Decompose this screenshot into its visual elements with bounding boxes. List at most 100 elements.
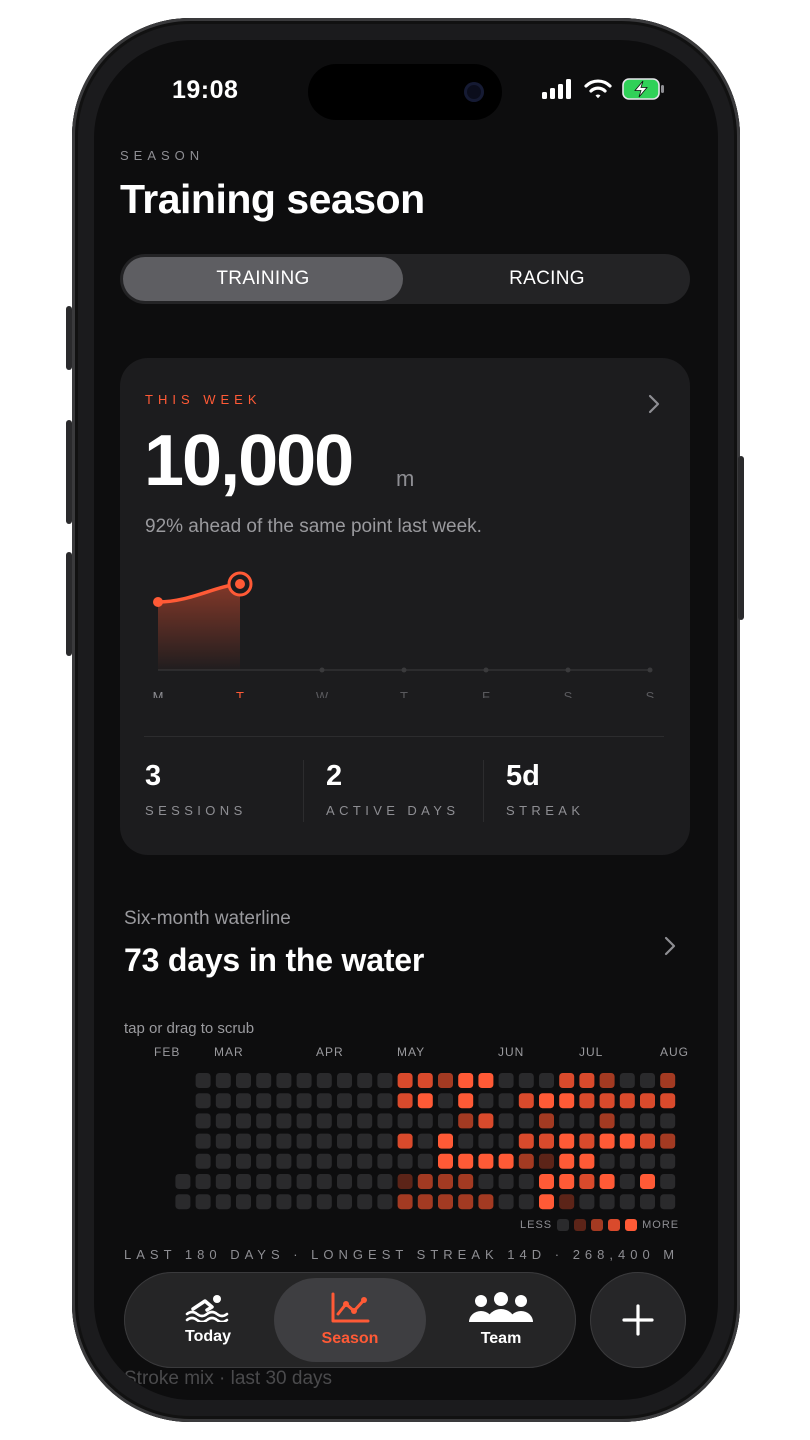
heatmap-cell[interactable] [478,1133,494,1149]
heatmap-cell[interactable] [337,1093,352,1109]
heatmap-cell[interactable] [236,1073,251,1088]
tab-today[interactable]: Today [148,1272,268,1368]
heatmap-cell[interactable] [539,1113,554,1129]
heatmap-cell[interactable] [417,1194,433,1210]
heatmap-cell[interactable] [377,1133,393,1149]
heatmap-cell[interactable] [438,1113,453,1129]
heatmap-cell[interactable] [559,1194,575,1210]
heatmap-cell[interactable] [498,1174,514,1189]
heatmap-cell[interactable] [458,1073,474,1088]
heatmap-cell[interactable] [316,1174,332,1189]
heatmap-cell[interactable] [357,1174,373,1189]
heatmap-cell[interactable] [236,1113,251,1129]
heatmap-cell[interactable] [256,1133,272,1149]
heatmap-cell[interactable] [478,1174,494,1189]
heatmap-cell[interactable] [296,1073,312,1088]
heatmap-cell[interactable] [195,1093,211,1109]
tab-team[interactable]: Team [440,1272,562,1368]
heatmap-cell[interactable] [397,1093,413,1109]
heatmap-cell[interactable] [195,1194,211,1210]
heatmap-cell[interactable] [539,1153,554,1169]
heatmap-cell[interactable] [357,1194,373,1210]
heatmap-cell[interactable] [518,1093,534,1109]
heatmap-cell[interactable] [438,1194,453,1210]
heatmap-cell[interactable] [539,1194,554,1210]
heatmap-cell[interactable] [579,1133,595,1149]
heatmap-cell[interactable] [579,1153,595,1169]
heatmap-cell[interactable] [296,1153,312,1169]
heatmap-cell[interactable] [660,1073,676,1088]
heatmap-cell[interactable] [296,1194,312,1210]
heatmap-cell[interactable] [619,1113,635,1129]
heatmap-cell[interactable] [458,1113,474,1129]
heatmap-cell[interactable] [619,1174,635,1189]
heatmap-cell[interactable] [478,1093,494,1109]
heatmap-cell[interactable] [619,1133,635,1149]
heatmap-cell[interactable] [316,1073,332,1088]
heatmap-cell[interactable] [397,1153,413,1169]
heatmap-cell[interactable] [195,1073,211,1088]
heatmap-cell[interactable] [559,1073,575,1088]
heatmap-cell[interactable] [417,1174,433,1189]
heatmap-cell[interactable] [337,1073,352,1088]
heatmap-cell[interactable] [579,1113,595,1129]
heatmap-cell[interactable] [397,1073,413,1088]
heatmap-cell[interactable] [579,1093,595,1109]
heatmap-cell[interactable] [660,1133,676,1149]
heatmap-cell[interactable] [215,1113,231,1129]
heatmap-cell[interactable] [518,1113,534,1129]
heatmap-cell[interactable] [316,1153,332,1169]
heatmap-cell[interactable] [316,1093,332,1109]
heatmap-cell[interactable] [357,1073,373,1088]
heatmap-cell[interactable] [498,1133,514,1149]
heatmap-cell[interactable] [619,1073,635,1088]
heatmap-cell[interactable] [236,1133,251,1149]
heatmap-cell[interactable] [397,1113,413,1129]
heatmap-cell[interactable] [619,1194,635,1210]
heatmap-cell[interactable] [397,1194,413,1210]
heatmap-cell[interactable] [256,1194,272,1210]
heatmap-cell[interactable] [256,1073,272,1088]
heatmap-cell[interactable] [337,1133,352,1149]
heatmap-cell[interactable] [478,1153,494,1169]
heatmap-cell[interactable] [215,1153,231,1169]
heatmap-cell[interactable] [337,1174,352,1189]
heatmap-cell[interactable] [539,1174,554,1189]
heatmap-cell[interactable] [316,1133,332,1149]
heatmap-cell[interactable] [417,1093,433,1109]
heatmap-cell[interactable] [438,1153,453,1169]
heatmap-cell[interactable] [438,1093,453,1109]
heatmap-cell[interactable] [498,1153,514,1169]
heatmap-cell[interactable] [417,1073,433,1088]
heatmap-cell[interactable] [458,1093,474,1109]
heatmap-cell[interactable] [296,1174,312,1189]
heatmap-cell[interactable] [640,1093,655,1109]
heatmap-cell[interactable] [215,1073,231,1088]
heatmap-cell[interactable] [559,1133,575,1149]
heatmap-cell[interactable] [619,1093,635,1109]
heatmap-cell[interactable] [458,1194,474,1210]
heatmap-cell[interactable] [276,1194,292,1210]
heatmap-cell[interactable] [539,1133,554,1149]
heatmap-cell[interactable] [256,1113,272,1129]
heatmap-cell[interactable] [478,1194,494,1210]
heatmap-cell[interactable] [276,1153,292,1169]
heatmap-cell[interactable] [337,1194,352,1210]
heatmap-cell[interactable] [518,1153,534,1169]
heatmap-cell[interactable] [276,1133,292,1149]
heatmap-cell[interactable] [276,1113,292,1129]
heatmap-cell[interactable] [377,1194,393,1210]
heatmap-cell[interactable] [236,1153,251,1169]
heatmap-cell[interactable] [498,1194,514,1210]
heatmap-cell[interactable] [175,1174,191,1189]
heatmap-cell[interactable] [215,1133,231,1149]
heatmap-cell[interactable] [559,1153,575,1169]
heatmap-cell[interactable] [640,1073,655,1088]
heatmap-cell[interactable] [660,1153,676,1169]
heatmap-cell[interactable] [640,1133,655,1149]
heatmap-cell[interactable] [579,1073,595,1088]
heatmap-cell[interactable] [599,1153,615,1169]
heatmap-cell[interactable] [377,1153,393,1169]
heatmap-cell[interactable] [518,1133,534,1149]
heatmap-cell[interactable] [357,1133,373,1149]
